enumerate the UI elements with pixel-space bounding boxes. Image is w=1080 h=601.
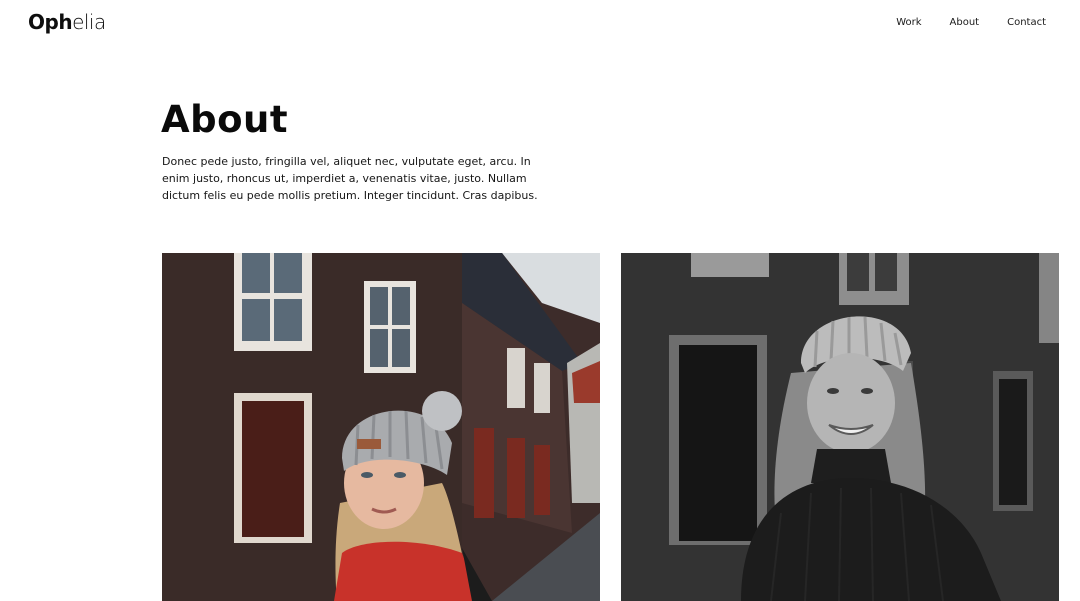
nav-item-work[interactable]: Work [896,16,921,30]
photo-woman-red-sweater-image [162,253,600,601]
photo-woman-grayscale-smiling-image [621,253,1059,601]
brand-logo-prefix: Oph [28,10,73,34]
page-title: About [161,98,289,141]
photo-woman-red-sweater [162,253,600,601]
nav-item-about[interactable]: About [950,16,980,30]
main-nav: Work About Contact [896,16,1046,30]
page: Ophelia Work About Contact About Donec p… [0,0,1080,601]
intro-paragraph: Donec pede justo, fringilla vel, aliquet… [162,155,538,202]
photo-woman-grayscale-smiling [621,253,1059,601]
brand-logo-suffix: elia [72,10,106,34]
brand-logo[interactable]: Ophelia [28,10,106,34]
nav-item-contact[interactable]: Contact [1007,16,1046,30]
